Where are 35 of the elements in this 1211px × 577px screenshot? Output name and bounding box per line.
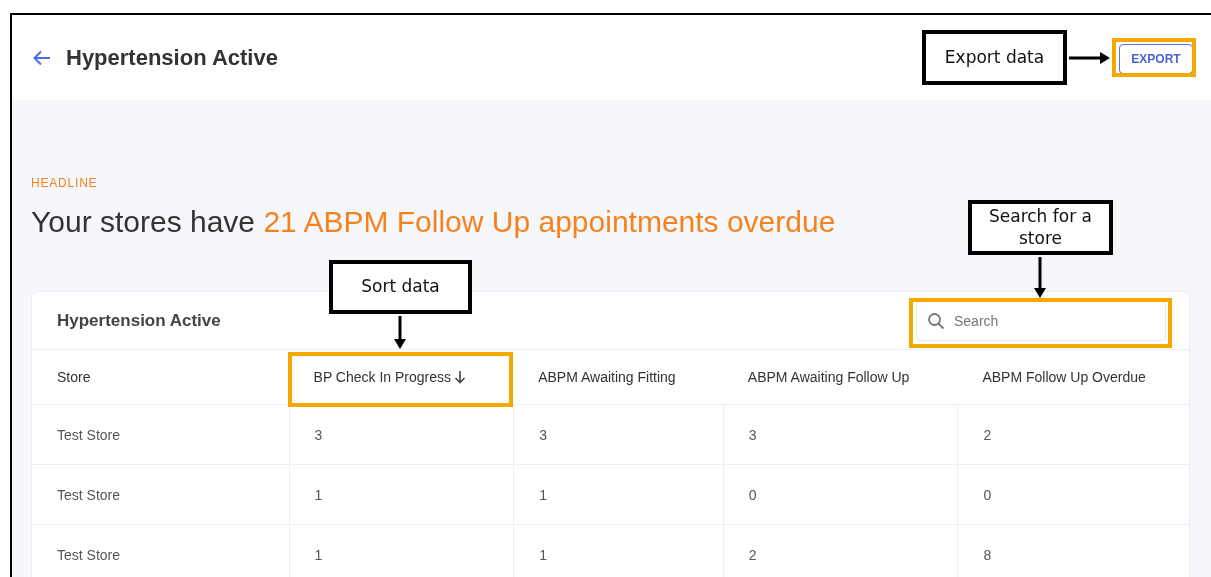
table-cell-text: Test Store — [56, 425, 122, 445]
headline-label: HEADLINE — [31, 176, 99, 190]
table-cell: 3 — [513, 405, 723, 464]
table-cell: 3 — [288, 405, 514, 464]
headline-text: Your stores have 21 ABPM Follow Up appointments overdue — [31, 205, 836, 239]
search-field[interactable]: Search — [916, 300, 1166, 341]
table-cell: 2 — [957, 405, 1189, 464]
table-cell: 1 — [513, 525, 723, 577]
table-cell: 1 — [288, 465, 514, 524]
column-header[interactable]: ABPM Awaiting Fitting — [513, 350, 723, 404]
callout-box: Export data — [922, 30, 1067, 85]
callout-arrow — [1069, 52, 1110, 64]
callout-box: Sort data — [329, 260, 472, 314]
callout-box: Search for a store — [968, 200, 1113, 255]
column-header[interactable]: ABPM Awaiting Follow Up — [722, 350, 958, 404]
table-cell: 0 — [722, 465, 958, 524]
table-cell: 2 — [722, 525, 958, 577]
table-cell: 0 — [957, 465, 1189, 524]
column-header[interactable]: ABPM Follow Up Overdue — [957, 350, 1189, 404]
table-cell: 3 — [722, 405, 958, 464]
back-arrow-icon[interactable] — [33, 49, 51, 66]
table-cell-text: Test Store — [56, 485, 122, 505]
callout-arrow — [394, 316, 406, 349]
export-button[interactable]: EXPORT — [1119, 43, 1193, 74]
table-cell-text: Test Store — [56, 545, 122, 565]
table-cell: 8 — [957, 525, 1189, 577]
table-cell: 1 — [288, 525, 514, 577]
sort-arrow-icon — [454, 370, 467, 384]
card-title: Hypertension Active — [57, 310, 221, 331]
column-header[interactable]: BP Check In Progress — [288, 350, 514, 404]
column-header[interactable]: Store — [32, 350, 289, 404]
table-cell: 1 — [513, 465, 723, 524]
page-title: Hypertension Active — [66, 44, 278, 71]
search-icon — [927, 311, 945, 330]
callout-arrow — [1034, 257, 1046, 298]
